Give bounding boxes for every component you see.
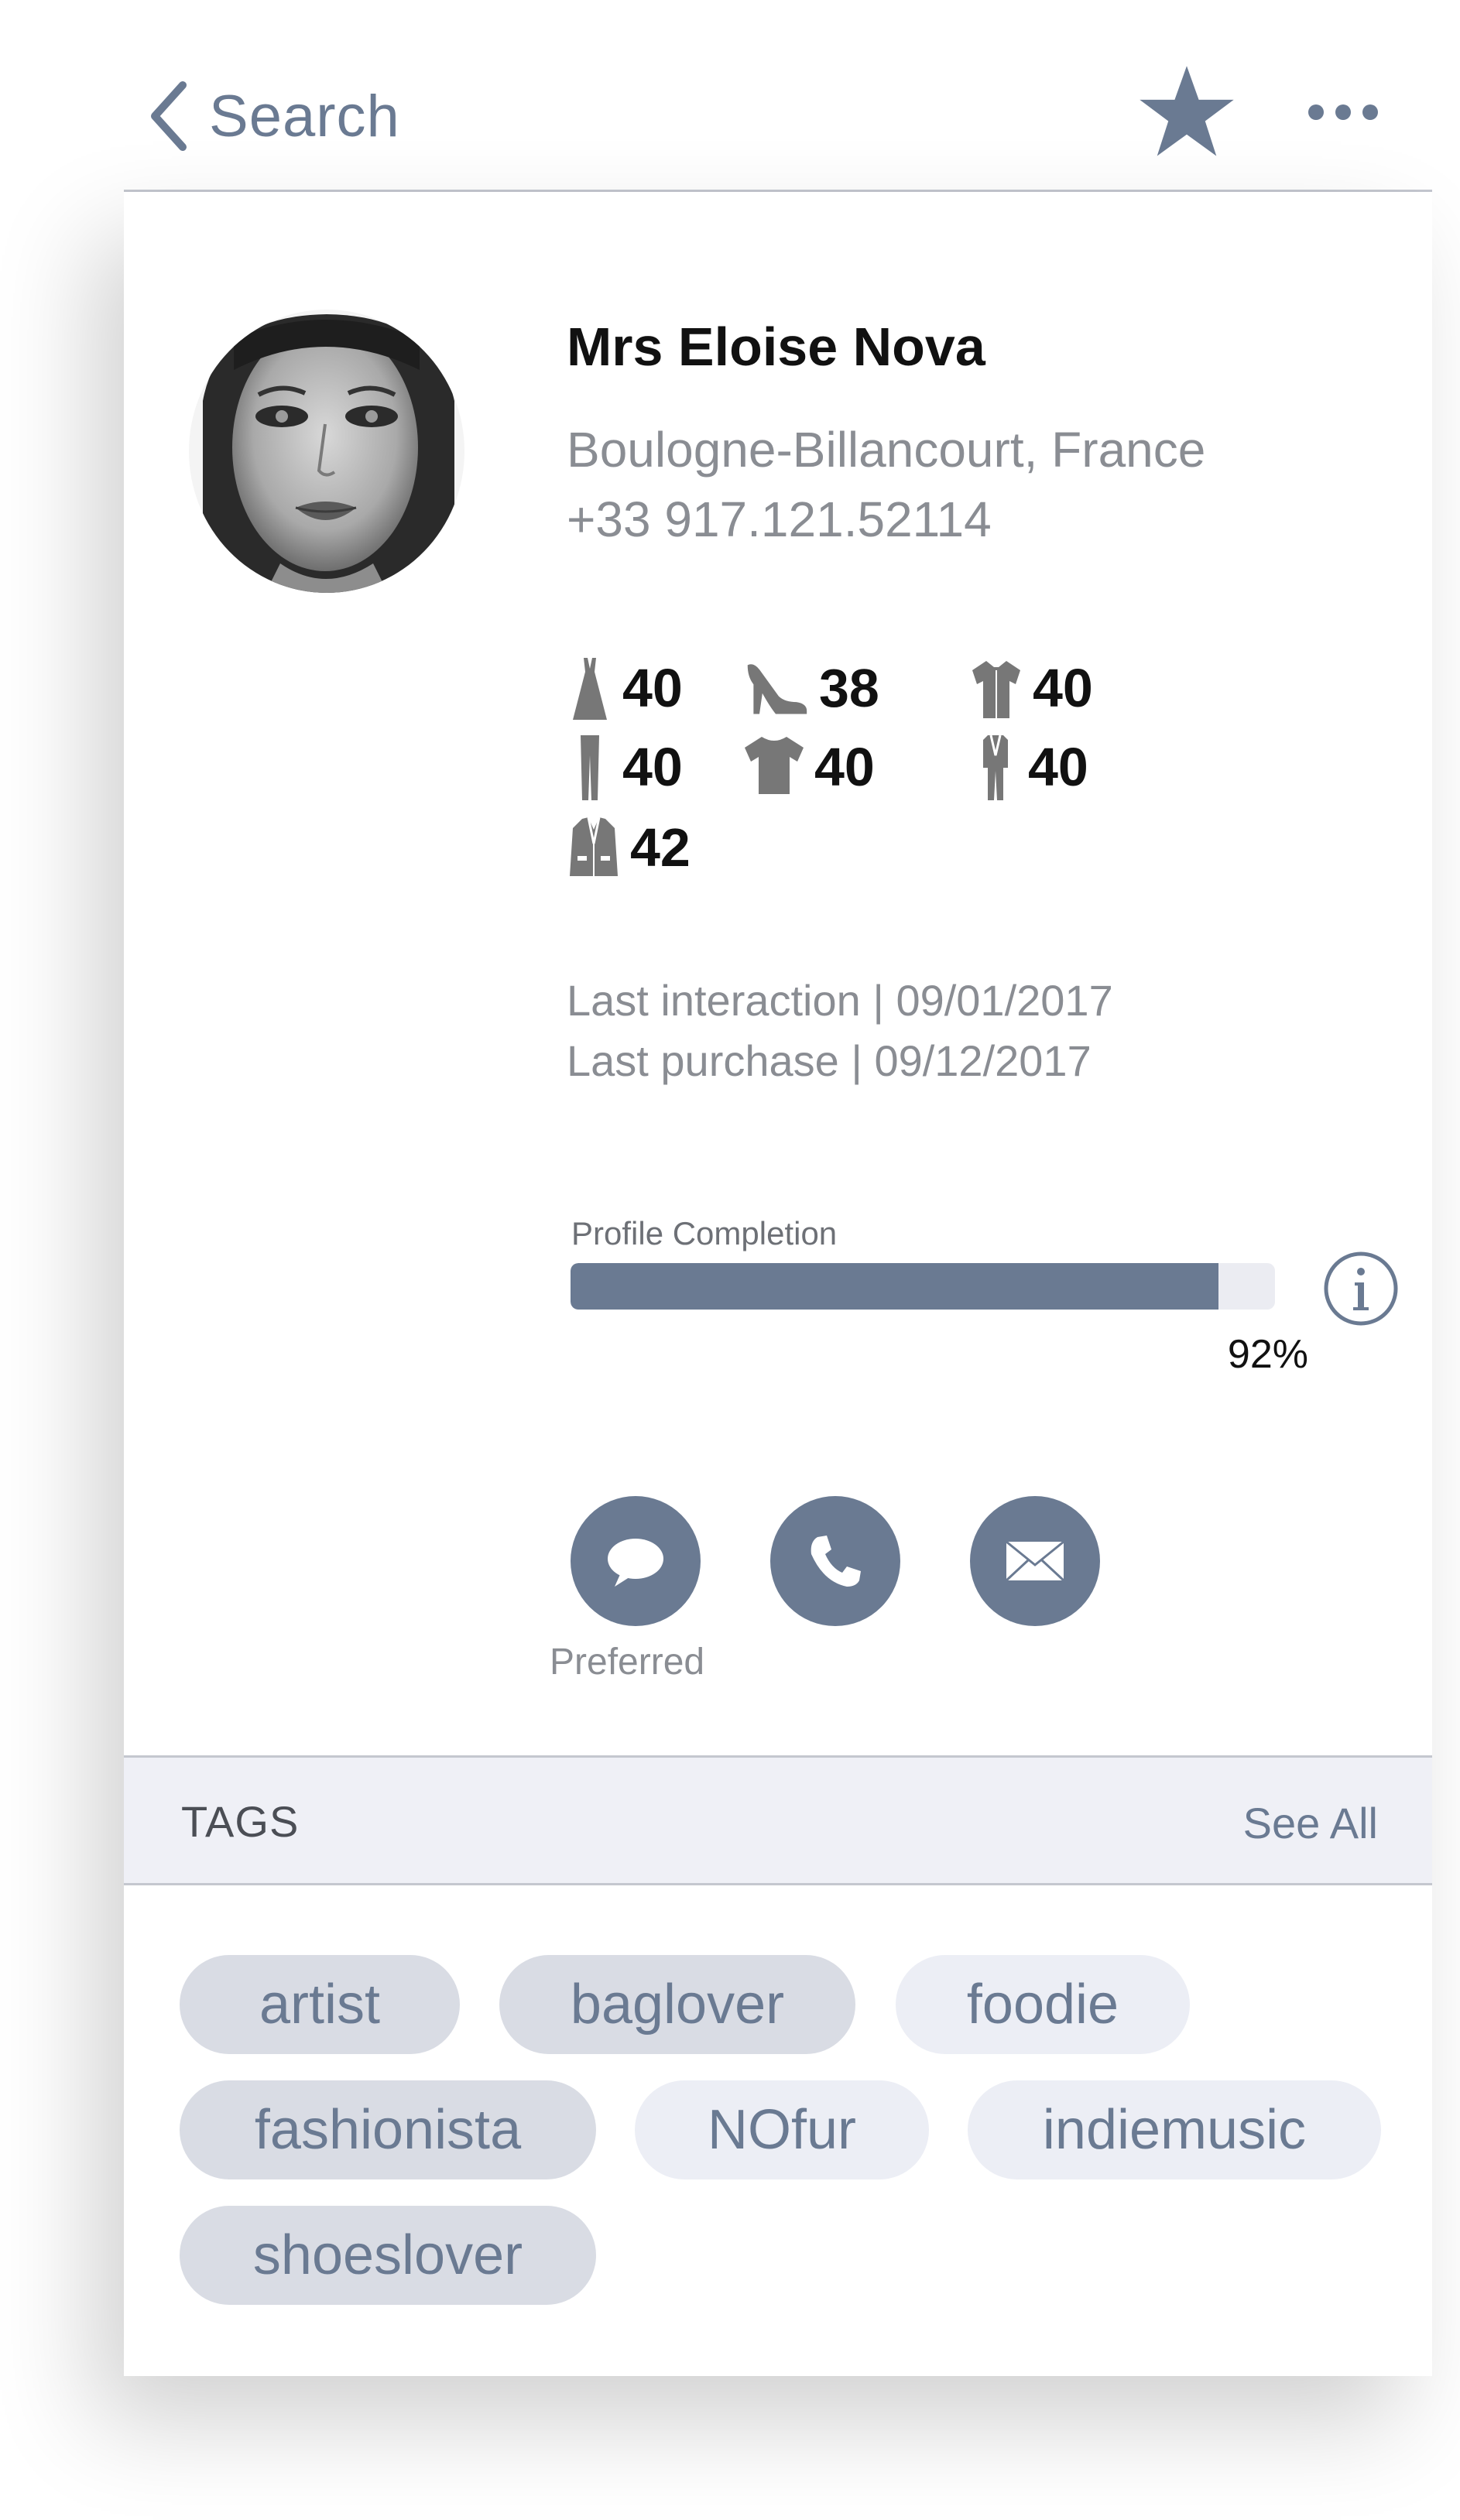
size-value: 38	[819, 658, 879, 718]
heel-shoe-icon	[747, 664, 807, 714]
size-value: 40	[1028, 737, 1088, 797]
chat-bubble-icon	[608, 1539, 663, 1587]
shirt-icon	[972, 661, 1020, 718]
info-icon[interactable]	[1322, 1250, 1400, 1327]
back-button[interactable]: Search	[146, 77, 400, 155]
tag-chip[interactable]: indiemusic	[968, 2080, 1381, 2179]
size-shirt: 40	[969, 653, 1093, 723]
star-icon[interactable]	[1136, 62, 1238, 164]
back-label: Search	[209, 83, 400, 149]
tag-chip[interactable]: shoeslover	[180, 2206, 596, 2305]
size-value: 40	[622, 737, 683, 797]
size-suit: 40	[972, 732, 1088, 802]
email-button[interactable]	[970, 1496, 1100, 1626]
size-jacket: 42	[567, 813, 691, 882]
profile-completion-label: Profile Completion	[571, 1215, 838, 1251]
interaction-dates: Last interaction | 09/01/2017 Last purch…	[567, 971, 1113, 1091]
size-pants: 40	[567, 732, 683, 802]
last-purchase: Last purchase | 09/12/2017	[567, 1036, 1092, 1085]
profile-completion-fill	[571, 1263, 1219, 1310]
mail-icon	[1005, 1540, 1065, 1582]
tag-chip[interactable]: baglover	[499, 1955, 855, 2054]
profile-completion-value: 92%	[1227, 1332, 1308, 1377]
dress-icon	[573, 658, 607, 720]
suit-icon	[983, 734, 1008, 800]
size-value: 40	[1033, 658, 1093, 718]
navigation-bar: Search	[124, 0, 1432, 192]
size-tshirt: 40	[743, 732, 875, 802]
tag-chip[interactable]: artist	[180, 1955, 460, 2054]
last-interaction: Last interaction | 09/01/2017	[567, 976, 1113, 1025]
size-shoe: 38	[743, 653, 879, 723]
ellipsis-icon[interactable]	[1308, 93, 1378, 132]
dot	[1335, 104, 1351, 120]
avatar	[189, 310, 464, 593]
tag-chip[interactable]: fashionista	[180, 2080, 596, 2179]
message-button[interactable]	[571, 1496, 701, 1626]
see-all-tags-link[interactable]: See All	[1243, 1798, 1378, 1848]
tag-chip[interactable]: foodie	[896, 1955, 1190, 2054]
phone-icon	[811, 1536, 861, 1587]
profile-completion-bar	[571, 1263, 1275, 1310]
size-value: 40	[622, 658, 683, 718]
tags-title: TAGS	[181, 1797, 300, 1846]
client-name: Mrs Eloise Nova	[567, 317, 985, 377]
chevron-left-icon	[151, 81, 187, 151]
pants-icon	[581, 735, 599, 800]
size-dress: 40	[567, 653, 683, 723]
tags-section-header: TAGS See All	[124, 1755, 1432, 1885]
call-button[interactable]	[770, 1496, 900, 1626]
dot	[1362, 104, 1378, 120]
client-phone: +33 917.121.52114	[567, 491, 992, 547]
jacket-icon	[570, 817, 618, 876]
size-value: 40	[814, 737, 875, 797]
tag-chip[interactable]: NOfur	[635, 2080, 929, 2179]
size-value: 42	[630, 817, 691, 878]
tshirt-icon	[745, 737, 804, 794]
client-address: Boulogne-Billancourt, France	[567, 422, 1206, 478]
client-profile-card: Mrs Eloise Nova Boulogne-Billancourt, Fr…	[124, 192, 1432, 2376]
dot	[1308, 104, 1324, 120]
preferred-label: Preferred	[550, 1642, 705, 1683]
